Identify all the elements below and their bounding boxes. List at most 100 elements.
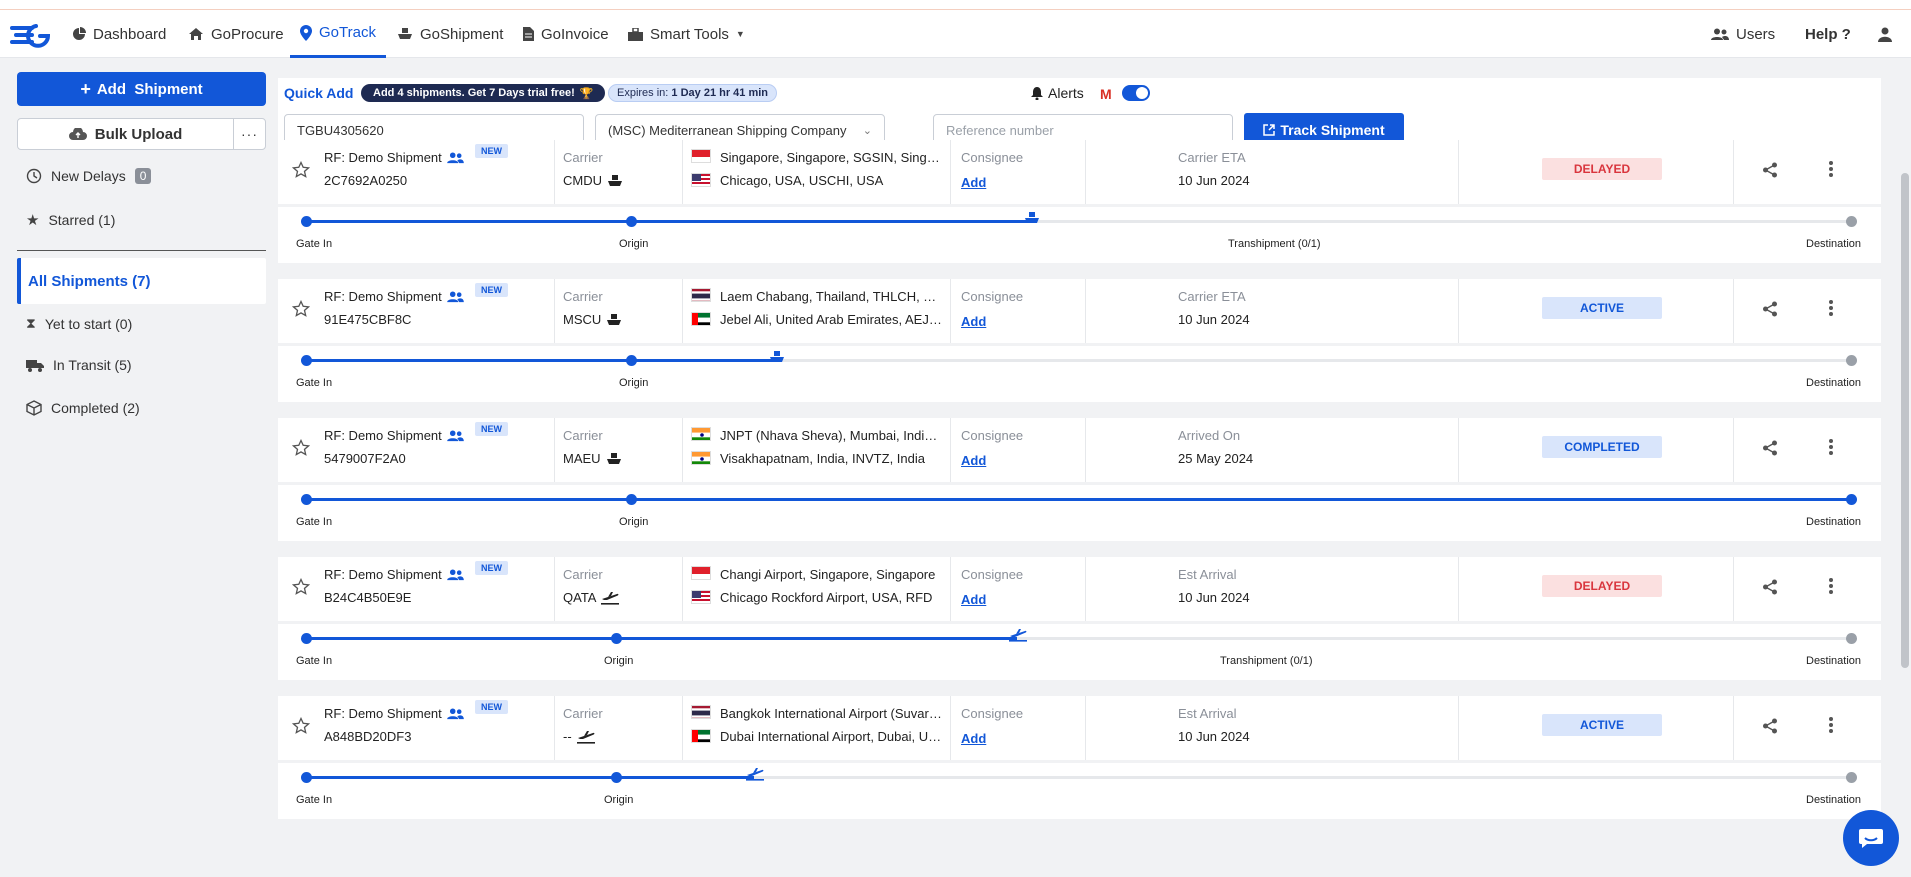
destination-label: Destination (1806, 377, 1862, 389)
destination-label: Destination (1806, 655, 1862, 667)
origin-location: Bangkok International Airport (Suvarnabh… (720, 706, 942, 721)
shipment-summary-row[interactable]: RF: Demo Shipment NEW 91E475CBF8C Carrie… (278, 279, 1881, 343)
reference-text: RF: Demo Shipment (324, 289, 442, 304)
shipment-card[interactable]: RF: Demo Shipment NEW B24C4B50E9E Carrie… (278, 557, 1881, 685)
star-outline-icon[interactable] (292, 439, 310, 457)
eta-date: 25 May 2024 (1178, 451, 1254, 466)
progress-fill (306, 637, 1017, 640)
shipment-id[interactable]: B24C4B50E9E (324, 590, 411, 605)
more-vertical-icon[interactable] (1828, 160, 1834, 178)
shipment-card[interactable]: RF: Demo Shipment NEW 2C7692A0250 Carrie… (278, 140, 1881, 268)
more-vertical-icon[interactable] (1828, 716, 1834, 734)
airplane-icon (576, 730, 595, 744)
more-vertical-icon[interactable] (1828, 577, 1834, 595)
chat-support-button[interactable] (1843, 810, 1899, 866)
shipment-summary-row[interactable]: RF: Demo Shipment NEW B24C4B50E9E Carrie… (278, 557, 1881, 621)
nav-goinvoice[interactable]: GoInvoice (523, 10, 609, 58)
add-consignee-link[interactable]: Add (961, 592, 986, 607)
filter-starred[interactable]: ★ Starred (1) (26, 211, 115, 229)
origin-flag-icon (691, 427, 711, 441)
profile-button[interactable] (1878, 10, 1892, 58)
nav-gotrack[interactable]: GoTrack (290, 10, 386, 58)
bulk-more-button[interactable]: ··· (233, 118, 266, 150)
reference-text: RF: Demo Shipment (324, 150, 442, 165)
shipment-reference: RF: Demo Shipment (324, 567, 464, 582)
add-consignee-link[interactable]: Add (961, 175, 986, 190)
add-shipment-button[interactable]: + Add Shipment (17, 72, 266, 106)
caret-down-icon: ▼ (735, 29, 745, 39)
eta-label: Est Arrival (1178, 567, 1237, 582)
scrollbar-thumb[interactable] (1901, 173, 1909, 668)
bulk-upload-button[interactable]: Bulk Upload (17, 118, 234, 150)
nav-users-label: Users (1736, 25, 1776, 43)
column-divider (554, 279, 555, 343)
nav-help[interactable]: Help ? (1805, 10, 1851, 58)
star-outline-icon[interactable] (292, 161, 310, 179)
status-text: DELAYED (1573, 162, 1631, 176)
gocomet-logo[interactable] (10, 22, 50, 48)
vehicle-position-marker (746, 767, 764, 784)
shipment-card[interactable]: RF: Demo Shipment NEW 5479007F2A0 Carrie… (278, 418, 1881, 546)
origin-location: JNPT (Nhava Sheva), Mumbai, India, INNSA (720, 428, 942, 443)
consignee-label: Consignee (961, 567, 1024, 582)
shipment-card[interactable]: RF: Demo Shipment NEW 91E475CBF8C Carrie… (278, 279, 1881, 407)
column-divider (682, 279, 683, 343)
column-divider (682, 696, 683, 760)
users-icon (446, 429, 464, 441)
user-profile-icon (1878, 27, 1892, 42)
shipment-card[interactable]: RF: Demo Shipment NEW A848BD20DF3 Carrie… (278, 696, 1881, 824)
trial-promo-badge[interactable]: Add 4 shipments. Get 7 Days trial free! … (361, 84, 606, 102)
more-vertical-icon[interactable] (1828, 299, 1834, 317)
nav-smart-tools[interactable]: Smart Tools ▼ (628, 10, 745, 58)
share-icon[interactable] (1762, 440, 1778, 456)
nav-users[interactable]: Users (1711, 10, 1775, 58)
share-icon[interactable] (1762, 718, 1778, 734)
shipment-id[interactable]: 5479007F2A0 (324, 451, 406, 466)
eta-date: 10 Jun 2024 (1178, 173, 1250, 188)
column-divider (554, 557, 555, 621)
nav-goshipment[interactable]: GoShipment (397, 10, 503, 58)
column-divider (1085, 696, 1086, 760)
users-icon (446, 290, 464, 302)
share-icon[interactable] (1762, 301, 1778, 317)
column-divider (554, 696, 555, 760)
filter-new-delays[interactable]: New Delays 0 (26, 168, 152, 184)
carrier-code-group: MSCU (563, 312, 622, 327)
home-icon (189, 28, 203, 40)
expires-value: 1 Day 21 hr 41 min (671, 87, 769, 99)
nav-goprocure[interactable]: GoProcure (188, 10, 284, 58)
add-consignee-link[interactable]: Add (961, 314, 986, 329)
filter-yet-to-start[interactable]: ⧗ Yet to start (0) (26, 315, 132, 332)
filter-completed[interactable]: Completed (2) (26, 400, 140, 416)
star-outline-icon[interactable] (292, 578, 310, 596)
more-vertical-icon[interactable] (1828, 438, 1834, 456)
filter-in-transit[interactable]: In Transit (5) (26, 357, 132, 373)
shipment-summary-row[interactable]: RF: Demo Shipment NEW A848BD20DF3 Carrie… (278, 696, 1881, 760)
shipment-summary-row[interactable]: RF: Demo Shipment NEW 5479007F2A0 Carrie… (278, 418, 1881, 482)
all-shipments-label: All Shipments (7) (28, 272, 151, 290)
shipment-id[interactable]: 91E475CBF8C (324, 312, 411, 327)
page-scrollbar[interactable] (1899, 58, 1911, 877)
star-outline-icon[interactable] (292, 717, 310, 735)
share-icon[interactable] (1762, 162, 1778, 178)
filter-all-shipments[interactable]: All Shipments (7) (17, 258, 266, 304)
completed-label: Completed (2) (51, 400, 140, 416)
shipment-id[interactable]: 2C7692A0250 (324, 173, 407, 188)
carrier-code: CMDU (563, 173, 602, 188)
nav-dashboard[interactable]: Dashboard (72, 10, 166, 58)
column-divider (1733, 140, 1734, 204)
add-consignee-link[interactable]: Add (961, 731, 986, 746)
shipment-summary-row[interactable]: RF: Demo Shipment NEW 2C7692A0250 Carrie… (278, 140, 1881, 204)
add-consignee-link[interactable]: Add (961, 453, 986, 468)
origin-location: Changi Airport, Singapore, Singapore (720, 567, 936, 582)
column-divider (950, 696, 951, 760)
alerts-toggle[interactable] (1122, 85, 1150, 101)
new-badge: NEW (475, 422, 508, 436)
plus-icon: + (80, 79, 91, 99)
destination-milestone (1846, 633, 1857, 644)
gate-in-label: Gate In (296, 238, 333, 250)
promo-text: Add 4 shipments. Get 7 Days trial free! (373, 87, 575, 99)
star-outline-icon[interactable] (292, 300, 310, 318)
share-icon[interactable] (1762, 579, 1778, 595)
shipment-id[interactable]: A848BD20DF3 (324, 729, 411, 744)
